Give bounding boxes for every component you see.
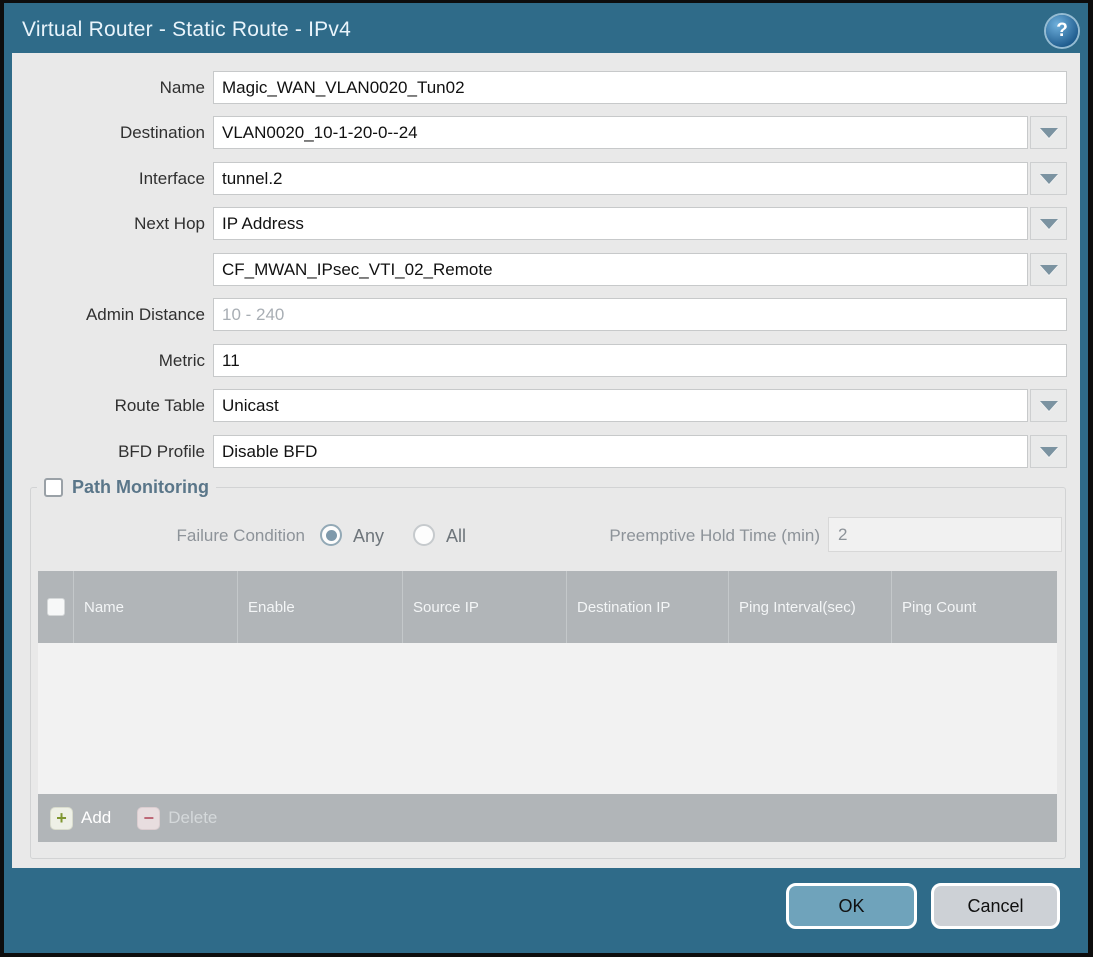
path-monitoring-legend: Path Monitoring xyxy=(37,477,216,498)
destination-dropdown-button[interactable] xyxy=(1030,116,1067,149)
radio-dot-icon xyxy=(326,530,337,541)
column-header-name[interactable]: Name xyxy=(73,571,237,643)
bfd-profile-label: BFD Profile xyxy=(12,435,205,468)
bfd-profile-row: BFD Profile xyxy=(12,435,1080,468)
name-label: Name xyxy=(12,71,205,104)
failure-condition-all-label: All xyxy=(446,524,466,548)
path-monitoring-checkbox[interactable] xyxy=(44,478,63,497)
failure-condition-all-radio[interactable] xyxy=(413,524,435,546)
cancel-button[interactable]: Cancel xyxy=(931,883,1060,929)
select-all-checkbox[interactable] xyxy=(47,598,65,616)
column-header-source-ip[interactable]: Source IP xyxy=(402,571,566,643)
minus-icon: − xyxy=(137,807,160,830)
next-hop-address-row xyxy=(12,253,1080,286)
failure-condition-label: Failure Condition xyxy=(12,524,305,548)
interface-row: Interface xyxy=(12,162,1080,195)
name-row: Name xyxy=(12,71,1080,104)
help-icon[interactable]: ? xyxy=(1046,15,1078,47)
path-monitoring-table: Name Enable Source IP Destination IP Pin… xyxy=(38,571,1057,842)
preemptive-hold-time-label: Preemptive Hold Time (min) xyxy=(512,524,820,548)
route-table-row: Route Table xyxy=(12,389,1080,422)
radio-dot-icon xyxy=(419,530,430,541)
next-hop-type-input[interactable] xyxy=(213,207,1028,240)
next-hop-row: Next Hop xyxy=(12,207,1080,240)
name-input[interactable] xyxy=(213,71,1067,104)
table-header: Name Enable Source IP Destination IP Pin… xyxy=(38,571,1057,643)
delete-button-label: Delete xyxy=(168,808,217,828)
metric-row: Metric xyxy=(12,344,1080,377)
chevron-down-icon xyxy=(1040,128,1058,138)
table-body-empty xyxy=(38,643,1057,794)
next-hop-address-label xyxy=(12,253,205,286)
add-button-label: Add xyxy=(81,808,111,828)
dialog-title: Virtual Router - Static Route - IPv4 xyxy=(22,18,351,42)
dialog-body: Name Destination Interface Next Hop Admi… xyxy=(12,53,1080,868)
route-table-input[interactable] xyxy=(213,389,1028,422)
destination-input[interactable] xyxy=(213,116,1028,149)
next-hop-type-dropdown-button[interactable] xyxy=(1030,207,1067,240)
chevron-down-icon xyxy=(1040,401,1058,411)
chevron-down-icon xyxy=(1040,174,1058,184)
chevron-down-icon xyxy=(1040,447,1058,457)
destination-label: Destination xyxy=(12,116,205,149)
plus-icon: + xyxy=(50,807,73,830)
interface-label: Interface xyxy=(12,162,205,195)
admin-distance-row: Admin Distance xyxy=(12,298,1080,331)
preemptive-hold-time-input[interactable] xyxy=(828,517,1062,552)
route-table-label: Route Table xyxy=(12,389,205,422)
next-hop-address-dropdown-button[interactable] xyxy=(1030,253,1067,286)
failure-condition-any-radio[interactable] xyxy=(320,524,342,546)
add-button[interactable]: + Add xyxy=(50,807,111,830)
bfd-profile-input[interactable] xyxy=(213,435,1028,468)
next-hop-label: Next Hop xyxy=(12,207,205,240)
admin-distance-label: Admin Distance xyxy=(12,298,205,331)
interface-input[interactable] xyxy=(213,162,1028,195)
delete-button[interactable]: − Delete xyxy=(137,807,217,830)
column-header-enable[interactable]: Enable xyxy=(237,571,402,643)
destination-row: Destination xyxy=(12,116,1080,149)
next-hop-address-input[interactable] xyxy=(213,253,1028,286)
chevron-down-icon xyxy=(1040,219,1058,229)
ok-button[interactable]: OK xyxy=(786,883,917,929)
route-table-dropdown-button[interactable] xyxy=(1030,389,1067,422)
chevron-down-icon xyxy=(1040,265,1058,275)
path-monitoring-title: Path Monitoring xyxy=(72,477,209,498)
table-toolbar: + Add − Delete xyxy=(38,794,1057,842)
metric-input[interactable] xyxy=(213,344,1067,377)
interface-dropdown-button[interactable] xyxy=(1030,162,1067,195)
column-header-ping-count[interactable]: Ping Count xyxy=(891,571,1057,643)
column-header-destination-ip[interactable]: Destination IP xyxy=(566,571,728,643)
admin-distance-input[interactable] xyxy=(213,298,1067,331)
bfd-profile-dropdown-button[interactable] xyxy=(1030,435,1067,468)
header-checkbox-cell xyxy=(38,571,73,643)
column-header-ping-interval[interactable]: Ping Interval(sec) xyxy=(728,571,891,643)
metric-label: Metric xyxy=(12,344,205,377)
failure-condition-any-label: Any xyxy=(353,524,384,548)
